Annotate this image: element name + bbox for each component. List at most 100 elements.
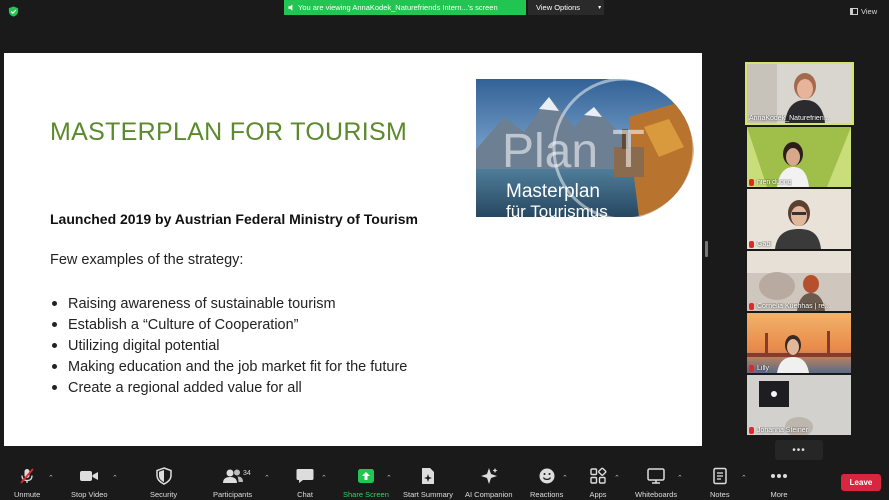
notes-icon [713,467,727,485]
reactions-label: Reactions [530,490,564,499]
security-label: Security [150,490,178,499]
logo-line-2: für Tourismus [506,202,608,221]
view-button[interactable]: View [850,7,877,16]
whiteboards-options-caret[interactable]: ⌃ [677,474,683,482]
more-button[interactable]: More [770,466,788,499]
summary-document-icon [422,468,434,484]
whiteboard-icon [647,468,665,484]
participant-tile[interactable]: Cornelia Kuehhas | re... [747,251,851,311]
video-options-caret[interactable]: ⌃ [112,474,118,482]
participant-video [747,189,851,249]
start-summary-button[interactable]: Start Summary [403,466,453,499]
view-options-label: View Options [536,3,581,12]
smiley-face-icon [539,468,555,484]
view-options-button[interactable]: View Options ▾ [528,0,604,15]
start-summary-label: Start Summary [403,490,454,499]
muted-mic-icon [749,365,754,372]
participant-video [747,313,851,373]
bullet-item: Raising awareness of sustainable tourism [50,293,407,314]
participant-name: Gabi [749,241,772,248]
layout-view-icon [850,8,858,15]
unmute-button[interactable]: Unmute [14,466,40,499]
bullet-text: Making education and the job market fit … [68,358,408,375]
participant-video [747,251,851,311]
participants-count-badge: 34 [243,470,251,477]
audio-options-caret[interactable]: ⌃ [48,474,54,482]
unmute-label: Unmute [14,490,41,499]
bullet-item: Create a regional added value for all [50,377,407,398]
participant-tile[interactable]: Lilly [747,313,851,373]
bullet-text: Utilizing digital potential [68,337,220,354]
bullet-item: Establish a “Culture of Cooperation” [50,314,407,335]
logo-line-1: Masterplan [506,181,600,202]
bullet-dot [52,322,57,327]
plan-t-masterplan-logo: Plan T Masterplan für Tourismus [476,77,696,221]
participant-tile[interactable]: hien duong [747,127,851,187]
leave-button[interactable]: Leave [841,474,881,491]
participants-options-caret[interactable]: ⌃ [264,474,270,482]
speaker-icon [288,4,293,11]
apps-button[interactable]: Apps [589,466,607,499]
apps-options-caret[interactable]: ⌃ [614,474,620,482]
stop-video-button[interactable]: Stop Video [71,466,108,499]
participant-name: Cornelia Kuehhas | re... [749,303,830,310]
stop-video-label: Stop Video [71,490,108,499]
notes-button[interactable]: Notes [710,466,730,499]
gallery-more-button[interactable]: ••• [775,440,823,460]
logo-brand-letter: T [612,119,645,179]
shield-check-icon[interactable] [8,6,19,17]
whiteboards-button[interactable]: Whiteboards [635,466,677,499]
reactions-button[interactable]: Reactions [530,466,563,499]
bullet-dot [52,364,57,369]
shared-screen-slide: MASTERPLAN FOR TOURISM Plan T Masterplan… [4,53,702,446]
bullet-text: Establish a “Culture of Cooperation” [68,316,299,333]
view-label: View [861,7,878,16]
muted-mic-icon [749,179,754,186]
participant-tile[interactable]: Johanna Steiner [747,375,851,435]
notes-label: Notes [710,490,730,499]
bullet-dot [52,343,57,348]
bullet-dot [52,301,57,306]
notes-options-caret[interactable]: ⌃ [741,474,747,482]
chat-button[interactable]: Chat [296,466,314,499]
participant-tile[interactable]: Gabi [747,189,851,249]
whiteboards-label: Whiteboards [635,490,678,499]
strategy-bullet-list: Raising awareness of sustainable tourism… [50,293,407,398]
viewing-share-banner: You are viewing AnnaKodek_Naturefriends … [284,0,526,15]
bullet-item: Utilizing digital potential [50,335,407,356]
more-label: More [770,490,788,499]
participants-label: Participants [213,490,253,499]
share-screen-label: Share Screen [343,490,389,499]
reactions-options-caret[interactable]: ⌃ [562,474,568,482]
chat-label: Chat [297,490,313,499]
bullet-dot [52,385,57,390]
muted-microphone-icon [20,468,34,484]
muted-mic-icon [749,427,754,434]
meeting-toolbar: Unmute ⌃ Stop Video ⌃ Security Participa… [0,462,889,500]
participant-name: hien duong [749,179,792,186]
participant-name: Lilly [749,365,769,372]
chat-options-caret[interactable]: ⌃ [321,474,327,482]
ai-companion-button[interactable]: AI Companion [465,466,513,499]
participant-video [747,127,851,187]
logo-brand-text: Plan [502,125,598,178]
participant-name: Johanna Steiner [749,427,808,434]
slide-subtitle: Launched 2019 by Austrian Federal Minist… [50,211,418,227]
bullet-text: Create a regional added value for all [68,379,302,396]
apps-label: Apps [589,490,607,499]
share-banner-text: You are viewing AnnaKodek_Naturefriends … [298,3,498,12]
share-options-caret[interactable]: ⌃ [386,474,392,482]
bullet-item: Making education and the job market fit … [50,356,407,377]
share-screen-button[interactable]: Share Screen [343,466,389,499]
ai-sparkle-icon [480,468,498,484]
security-button[interactable]: Security [150,466,177,499]
participant-tile-active-speaker[interactable]: AnnaKodek_Naturefrien... [745,62,854,125]
ai-companion-label: AI Companion [465,490,513,499]
participants-icon [222,469,243,483]
participant-video [747,375,851,435]
apps-grid-icon [590,467,607,484]
share-screen-icon [357,469,374,483]
slide-intro: Few examples of the strategy: [50,252,244,268]
muted-mic-icon [749,303,754,310]
panel-resize-handle[interactable] [705,241,708,257]
